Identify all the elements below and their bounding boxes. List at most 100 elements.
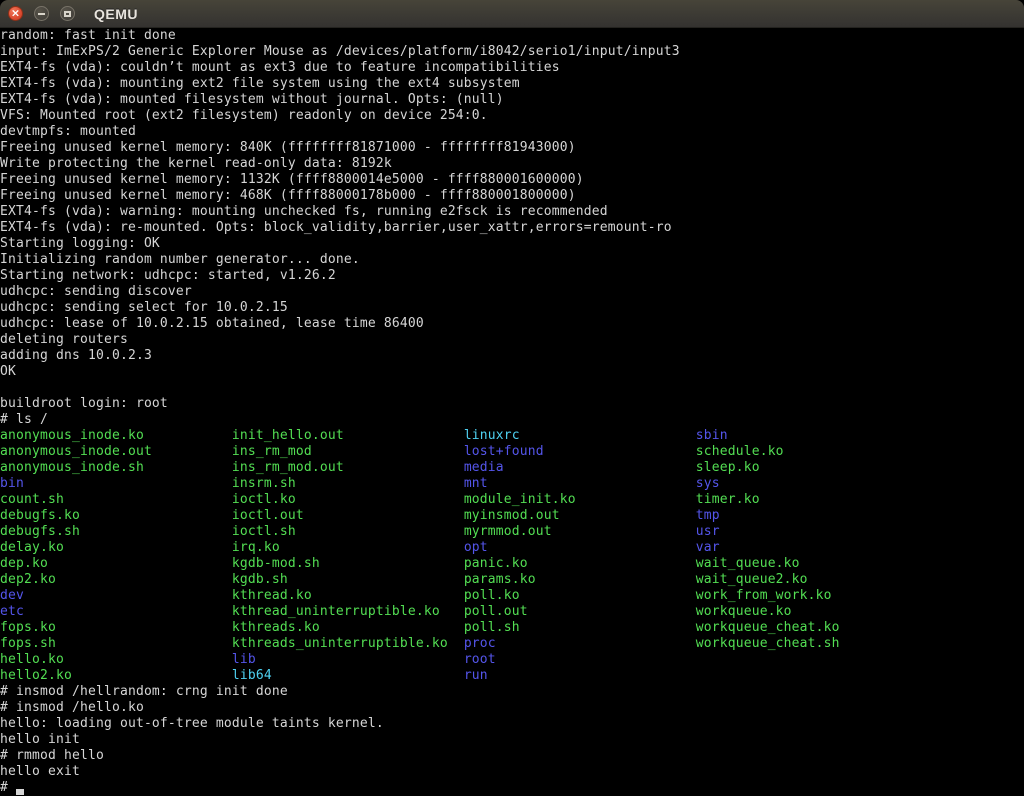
console-line: dep.ko kgdb-mod.sh panic.ko wait_queue.k…: [0, 556, 1024, 572]
console-line: hello2.ko lib64 run: [0, 668, 1024, 684]
ls-entry: wait_queue2.ko: [696, 572, 808, 587]
console-line: etc kthread_uninterruptible.ko poll.out …: [0, 604, 1024, 620]
ls-entry: hello2.ko: [0, 668, 232, 683]
ls-entry: ins_rm_mod.out: [232, 460, 464, 475]
ls-entry: bin: [0, 476, 232, 491]
terminal-console[interactable]: random: fast init doneinput: ImExPS/2 Ge…: [0, 28, 1024, 796]
ls-entry: usr: [696, 524, 720, 539]
ls-entry: linuxrc: [464, 428, 696, 443]
console-line: buildroot login: root: [0, 396, 1024, 412]
ls-entry: lib: [232, 652, 464, 667]
console-line: Write protecting the kernel read-only da…: [0, 156, 1024, 172]
ls-entry: anonymous_inode.ko: [0, 428, 232, 443]
close-icon: ×: [11, 8, 20, 19]
console-line: delay.ko irq.ko opt var: [0, 540, 1024, 556]
ls-entry: module_init.ko: [464, 492, 696, 507]
console-line: udhcpc: sending discover: [0, 284, 1024, 300]
ls-entry: mnt: [464, 476, 696, 491]
ls-entry: workqueue_cheat.ko: [696, 620, 840, 635]
ls-entry: kgdb.sh: [232, 572, 464, 587]
ls-entry: kgdb-mod.sh: [232, 556, 464, 571]
console-line: debugfs.sh ioctl.sh myrmmod.out usr: [0, 524, 1024, 540]
ls-entry: fops.ko: [0, 620, 232, 635]
console-line: dev kthread.ko poll.ko work_from_work.ko: [0, 588, 1024, 604]
ls-entry: proc: [464, 636, 696, 651]
ls-entry: lib64: [232, 668, 464, 683]
window-titlebar[interactable]: × QEMU: [0, 0, 1024, 28]
ls-entry: panic.ko: [464, 556, 696, 571]
ls-entry: workqueue.ko: [696, 604, 792, 619]
ls-entry: myrmmod.out: [464, 524, 696, 539]
ls-entry: poll.ko: [464, 588, 696, 603]
ls-entry: lost+found: [464, 444, 696, 459]
console-line: hello exit: [0, 764, 1024, 780]
console-line: Starting network: udhcpc: started, v1.26…: [0, 268, 1024, 284]
ls-entry: irq.ko: [232, 540, 464, 555]
ls-entry: fops.sh: [0, 636, 232, 651]
console-line: Freeing unused kernel memory: 468K (ffff…: [0, 188, 1024, 204]
ls-entry: sbin: [696, 428, 728, 443]
ls-entry: ioctl.ko: [232, 492, 464, 507]
ls-entry: dep2.ko: [0, 572, 232, 587]
console-line: EXT4-fs (vda): warning: mounting uncheck…: [0, 204, 1024, 220]
console-line: #: [0, 780, 1024, 796]
ls-entry: var: [696, 540, 720, 555]
ls-entry: anonymous_inode.out: [0, 444, 232, 459]
ls-entry: insrm.sh: [232, 476, 464, 491]
console-line: # ls /: [0, 412, 1024, 428]
ls-entry: dep.ko: [0, 556, 232, 571]
console-line: debugfs.ko ioctl.out myinsmod.out tmp: [0, 508, 1024, 524]
ls-entry: root: [464, 652, 496, 667]
ls-entry: workqueue_cheat.sh: [696, 636, 840, 651]
ls-entry: schedule.ko: [696, 444, 784, 459]
console-line: EXT4-fs (vda): re-mounted. Opts: block_v…: [0, 220, 1024, 236]
maximize-button[interactable]: [60, 6, 75, 21]
ls-entry: kthreads.ko: [232, 620, 464, 635]
ls-entry: kthread_uninterruptible.ko: [232, 604, 464, 619]
console-line: hello.ko lib root: [0, 652, 1024, 668]
console-line: udhcpc: lease of 10.0.2.15 obtained, lea…: [0, 316, 1024, 332]
console-line: [0, 380, 1024, 396]
console-line: EXT4-fs (vda): mounting ext2 file system…: [0, 76, 1024, 92]
ls-entry: ins_rm_mod: [232, 444, 464, 459]
console-line: EXT4-fs (vda): mounted filesystem withou…: [0, 92, 1024, 108]
ls-entry: wait_queue.ko: [696, 556, 800, 571]
ls-entry: sys: [696, 476, 720, 491]
minimize-button[interactable]: [34, 6, 49, 21]
console-line: # insmod /hellrandom: crng init done: [0, 684, 1024, 700]
ls-entry: work_from_work.ko: [696, 588, 832, 603]
console-line: dep2.ko kgdb.sh params.ko wait_queue2.ko: [0, 572, 1024, 588]
console-line: Freeing unused kernel memory: 840K (ffff…: [0, 140, 1024, 156]
console-line: fops.sh kthreads_uninterruptible.ko proc…: [0, 636, 1024, 652]
console-line: input: ImExPS/2 Generic Explorer Mouse a…: [0, 44, 1024, 60]
console-line: random: fast init done: [0, 28, 1024, 44]
ls-entry: debugfs.sh: [0, 524, 232, 539]
ls-entry: tmp: [696, 508, 720, 523]
ls-entry: dev: [0, 588, 232, 603]
console-line: anonymous_inode.ko init_hello.out linuxr…: [0, 428, 1024, 444]
console-line: Freeing unused kernel memory: 1132K (fff…: [0, 172, 1024, 188]
close-button[interactable]: ×: [8, 6, 23, 21]
ls-entry: anonymous_inode.sh: [0, 460, 232, 475]
ls-entry: count.sh: [0, 492, 232, 507]
ls-entry: kthreads_uninterruptible.ko: [232, 636, 464, 651]
ls-entry: opt: [464, 540, 696, 555]
ls-entry: delay.ko: [0, 540, 232, 555]
console-line: udhcpc: sending select for 10.0.2.15: [0, 300, 1024, 316]
console-line: # rmmod hello: [0, 748, 1024, 764]
console-line: VFS: Mounted root (ext2 filesystem) read…: [0, 108, 1024, 124]
ls-entry: media: [464, 460, 696, 475]
console-line: EXT4-fs (vda): couldn’t mount as ext3 du…: [0, 60, 1024, 76]
ls-entry: ioctl.out: [232, 508, 464, 523]
console-line: deleting routers: [0, 332, 1024, 348]
ls-entry: hello.ko: [0, 652, 232, 667]
minimize-icon: [38, 13, 45, 15]
ls-entry: ioctl.sh: [232, 524, 464, 539]
console-line: fops.ko kthreads.ko poll.sh workqueue_ch…: [0, 620, 1024, 636]
ls-entry: params.ko: [464, 572, 696, 587]
qemu-window: × QEMU random: fast init doneinput: ImEx…: [0, 0, 1024, 796]
ls-entry: run: [464, 668, 488, 683]
ls-entry: myinsmod.out: [464, 508, 696, 523]
console-line: anonymous_inode.sh ins_rm_mod.out media …: [0, 460, 1024, 476]
ls-entry: poll.out: [464, 604, 696, 619]
